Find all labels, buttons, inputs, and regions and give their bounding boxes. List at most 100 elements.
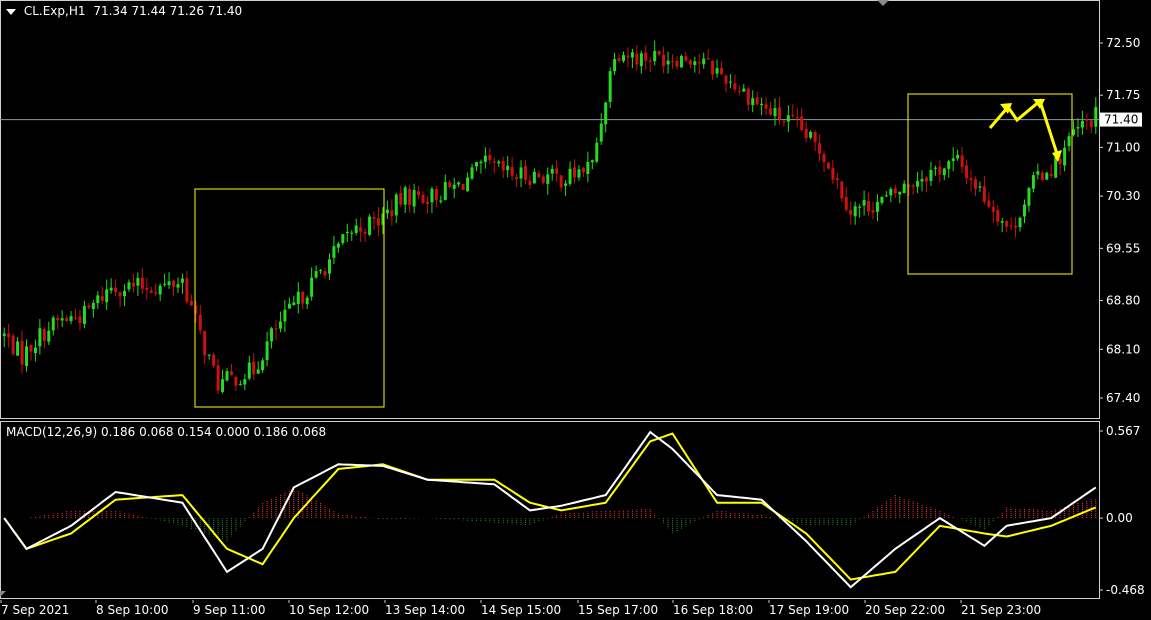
- candle-body: [359, 227, 363, 232]
- price-tick-label: 71.00: [1106, 140, 1140, 154]
- candle-body: [412, 190, 416, 207]
- candle-body: [430, 188, 434, 203]
- candle-body: [301, 291, 305, 304]
- candle-body: [782, 121, 786, 123]
- candle-body: [323, 271, 327, 276]
- candle-body: [662, 54, 666, 66]
- candle-body: [644, 52, 648, 61]
- candle-body: [403, 187, 407, 205]
- candle-body: [1022, 204, 1026, 217]
- macd-panel[interactable]: 0.567 0.00 -0.468: [0, 421, 1151, 600]
- candle-body: [858, 206, 862, 208]
- dropdown-triangle-icon[interactable]: [6, 8, 16, 15]
- candle-body: [559, 175, 563, 188]
- candle-body: [840, 181, 844, 199]
- candle-body: [760, 103, 764, 106]
- candle-body: [25, 346, 29, 367]
- chart-window[interactable]: 72.50 71.75 71.00 70.30 69.55 68.80 68.10 67.40…: [0, 0, 1151, 620]
- candle-body: [595, 142, 599, 162]
- candle-body: [822, 154, 826, 163]
- candle-body: [488, 155, 492, 161]
- candle-body: [479, 161, 483, 164]
- candle-body: [51, 317, 55, 331]
- candle-body: [368, 216, 372, 235]
- symbol-label: CL.Exp,H1: [23, 4, 86, 18]
- candle-body: [853, 206, 857, 217]
- candle-body: [1005, 220, 1009, 227]
- candle-body: [639, 53, 643, 67]
- candle-body: [131, 282, 135, 287]
- candle-body: [256, 369, 260, 374]
- candle-body: [1045, 172, 1049, 180]
- candle-body: [938, 166, 942, 175]
- price-tick-label: 67.40: [1106, 391, 1140, 405]
- time-tick-label: 10 Sep 12:00: [289, 603, 369, 617]
- candle-body: [20, 340, 24, 365]
- candle-body: [16, 341, 20, 356]
- time-tick-label: 15 Sep 17:00: [578, 603, 658, 617]
- candle-body: [65, 318, 69, 322]
- candle-body: [546, 174, 550, 184]
- candle-body: [791, 114, 795, 117]
- candle-body: [1076, 127, 1080, 129]
- candle-body: [327, 259, 331, 274]
- candle-body: [630, 52, 634, 58]
- candle-body: [11, 335, 15, 355]
- candle-body: [203, 331, 207, 356]
- price-chart[interactable]: 72.50 71.75 71.00 70.30 69.55 68.80 68.10 67.40…: [0, 0, 1151, 420]
- candle-body: [706, 58, 710, 60]
- price-tick-label: 68.10: [1106, 342, 1140, 356]
- candle-body: [109, 287, 113, 291]
- candle-body: [528, 180, 532, 185]
- candle-body: [880, 196, 884, 203]
- candle-body: [474, 162, 478, 167]
- candle-body: [769, 108, 773, 115]
- candle-body: [198, 314, 202, 331]
- candle-body: [590, 160, 594, 163]
- candle-body: [225, 371, 229, 381]
- candle-body: [158, 285, 162, 295]
- candle-body: [350, 232, 354, 234]
- candle-body: [742, 88, 746, 92]
- candle-body: [599, 123, 603, 142]
- candle-body: [978, 186, 982, 188]
- time-tick-label: 17 Sep 19:00: [769, 603, 849, 617]
- candle-body: [688, 60, 692, 65]
- candle-body: [105, 289, 109, 303]
- candle-body: [564, 183, 568, 186]
- candle-body: [261, 360, 265, 371]
- candle-body: [942, 168, 946, 176]
- time-tick-label: 20 Sep 22:00: [865, 603, 945, 617]
- candle-body: [78, 316, 82, 324]
- candle-body: [434, 188, 438, 201]
- candle-body: [555, 168, 559, 174]
- candle-body: [577, 169, 581, 178]
- candle-body: [653, 50, 657, 62]
- candle-body: [140, 277, 144, 289]
- candle-body: [376, 218, 380, 226]
- candle-body: [951, 158, 955, 162]
- candle-body: [786, 115, 790, 122]
- macd-tick-label: 0.00: [1106, 511, 1133, 525]
- candle-body: [996, 210, 1000, 222]
- candle-body: [2, 333, 6, 337]
- candle-body: [965, 165, 969, 179]
- candle-body: [1049, 173, 1053, 176]
- scroll-marker-icon[interactable]: [877, 0, 889, 6]
- candle-body: [221, 379, 225, 393]
- candle-body: [773, 108, 777, 117]
- candle-body: [417, 191, 421, 196]
- candle-body: [947, 161, 951, 169]
- candle-body: [483, 155, 487, 162]
- candle-body: [443, 182, 447, 200]
- candle-body: [100, 296, 104, 301]
- candle-body: [287, 303, 291, 309]
- candle-body: [1040, 172, 1044, 180]
- candle-body: [844, 196, 848, 210]
- candle-body: [720, 68, 724, 75]
- candle-body: [626, 55, 630, 58]
- price-tick-label: 68.80: [1106, 294, 1140, 308]
- candle-body: [755, 97, 759, 105]
- candle-body: [332, 246, 336, 258]
- candle-body: [497, 161, 501, 164]
